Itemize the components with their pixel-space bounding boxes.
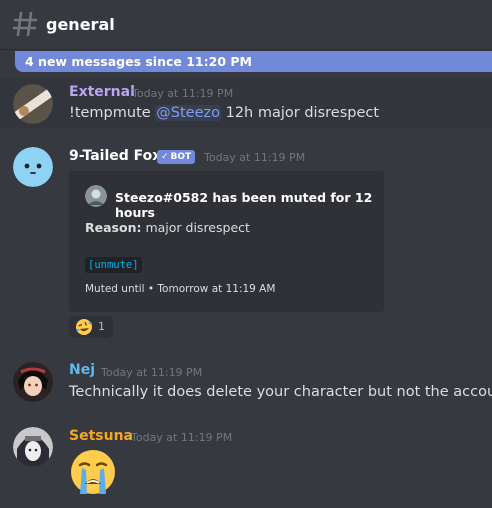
reaction-rofl[interactable]: 1 xyxy=(69,316,113,338)
embed-author-avatar xyxy=(85,185,107,207)
message-content: !tempmute @Steezo 12h major disrespect xyxy=(69,105,379,121)
bot-badge: ✓ BOT xyxy=(157,150,196,164)
message-text: 12h major disrespect xyxy=(221,105,380,121)
embed-reason-value: major disrespect xyxy=(145,220,250,235)
timestamp: Today at 11:19 PM xyxy=(132,87,234,100)
embed-reason: Reason: major disrespect xyxy=(85,220,250,235)
bot-badge-label: BOT xyxy=(170,152,192,162)
unmute-code: [unmute] xyxy=(85,257,142,273)
channel-name: general xyxy=(46,15,115,34)
reaction-count: 1 xyxy=(98,320,105,333)
avatar-9-tailed-fox[interactable] xyxy=(13,147,53,187)
new-messages-label: 4 new messages since 11:20 PM xyxy=(25,54,252,69)
hash-icon xyxy=(12,11,38,37)
avatar-external[interactable] xyxy=(13,84,53,124)
timestamp: Today at 11:19 PM xyxy=(101,366,203,379)
embed-author: Steezo#0582 has been muted for 12 hours xyxy=(115,190,373,220)
author-name[interactable]: Nej xyxy=(69,362,95,378)
verified-check-icon: ✓ xyxy=(161,152,169,162)
avatar-setsuna[interactable] xyxy=(13,427,53,467)
mute-embed: Steezo#0582 has been muted for 12 hours … xyxy=(69,171,384,312)
message-text: !tempmute xyxy=(69,105,156,121)
author-name[interactable]: Setsuna xyxy=(69,428,133,444)
loudly-crying-face-icon xyxy=(71,450,115,494)
embed-footer: Muted until • Tomorrow at 11:19 AM xyxy=(85,283,276,295)
timestamp: Today at 11:19 PM xyxy=(131,431,233,444)
timestamp: Today at 11:19 PM xyxy=(204,151,306,164)
message-text: Technically it does delete your characte… xyxy=(69,384,492,400)
rolling-on-floor-laughing-icon xyxy=(76,319,92,335)
embed-reason-label: Reason: xyxy=(85,220,142,235)
new-messages-bar[interactable]: 4 new messages since 11:20 PM xyxy=(15,51,492,72)
user-mention[interactable]: @Steezo xyxy=(155,105,221,121)
channel-header: general xyxy=(0,0,492,50)
author-name[interactable]: 9-Tailed Fox xyxy=(69,148,161,164)
avatar-nej[interactable] xyxy=(13,362,53,402)
author-name[interactable]: External xyxy=(69,84,135,100)
